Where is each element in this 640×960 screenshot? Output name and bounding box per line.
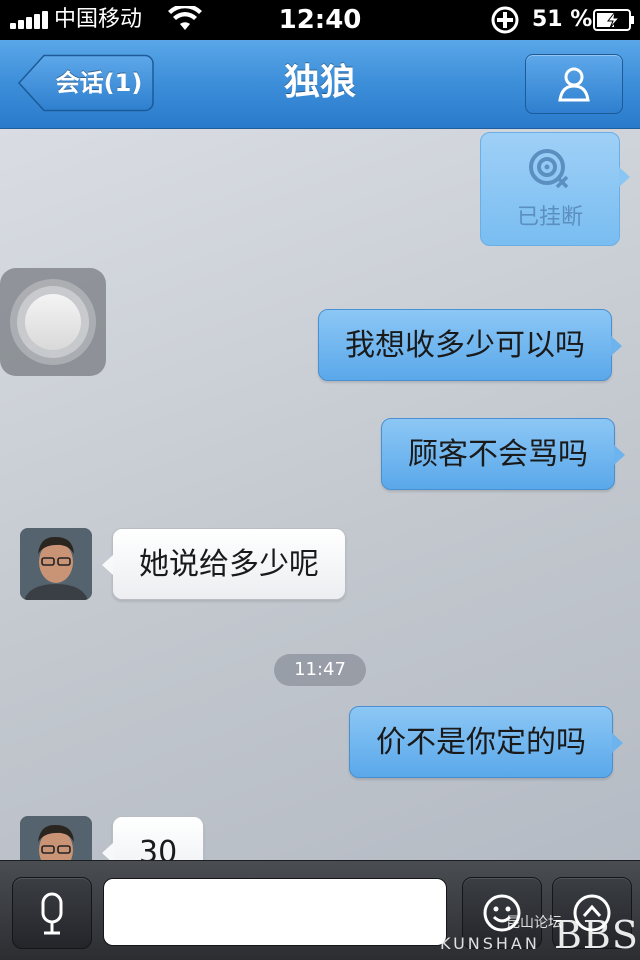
kunshan-bbs-watermark: 昆山论坛 KUNSHAN BBS	[438, 912, 638, 958]
avatar-photo	[20, 816, 92, 860]
battery-percent: 51 %	[532, 7, 593, 32]
message-bubble-incoming[interactable]: 30	[101, 816, 205, 860]
status-bar: 中国移动 12:40 51 %	[0, 0, 640, 40]
message-bubble-outgoing[interactable]: 价不是你定的吗	[349, 706, 623, 778]
message-timestamp: 11:47	[274, 654, 366, 686]
back-button-label: 会话(1)	[55, 69, 143, 97]
contact-profile-button[interactable]	[525, 54, 623, 114]
microphone-icon	[41, 892, 63, 935]
orientation-lock-icon	[491, 6, 519, 34]
contact-avatar[interactable]	[20, 816, 92, 860]
message-input[interactable]	[103, 878, 447, 946]
message-bubble-outgoing[interactable]: 顾客不会骂吗	[381, 418, 625, 490]
message-bubble-incoming[interactable]: 她说给多少呢	[102, 528, 346, 600]
message-bubble-outgoing[interactable]: 我想收多少可以吗	[318, 309, 622, 381]
navigation-bar: 会话(1) 独狼	[0, 40, 640, 129]
back-button[interactable]: 会话(1)	[18, 54, 154, 112]
chat-area[interactable]: 已挂断 我想收多少可以吗 顾客不会骂吗 她说给多少呢 11:47 价不是你定的吗…	[0, 129, 640, 860]
watermark-bbs: BBS	[554, 913, 639, 957]
battery-icon	[593, 9, 634, 31]
contact-avatar[interactable]	[20, 528, 92, 600]
person-icon	[558, 67, 590, 102]
call-ended-icon	[529, 149, 569, 189]
call-ended-bubble[interactable]: 已挂断	[480, 132, 630, 246]
call-status-label: 已挂断	[516, 205, 583, 230]
avatar-photo	[20, 528, 92, 600]
voice-input-button[interactable]	[12, 877, 92, 949]
assistive-touch-button[interactable]	[0, 268, 106, 376]
watermark-en: KUNSHAN	[440, 934, 540, 953]
conversation-title: 独狼	[283, 62, 356, 103]
